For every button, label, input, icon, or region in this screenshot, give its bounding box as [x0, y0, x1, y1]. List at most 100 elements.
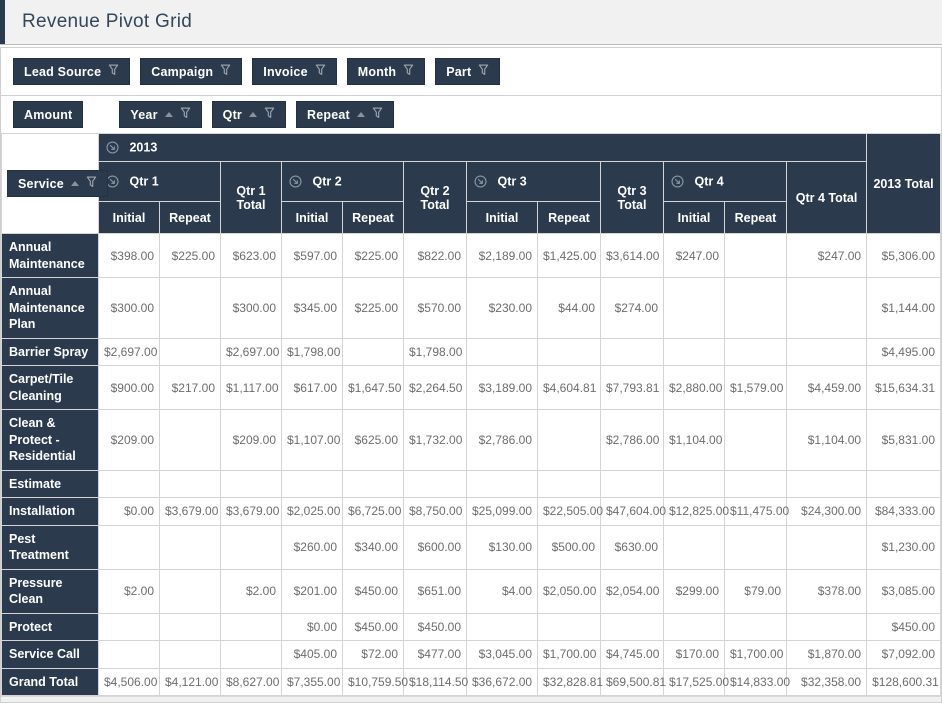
- data-cell: $47,604.00: [600, 497, 666, 526]
- filter-icon[interactable]: [180, 107, 191, 122]
- column-header-qtr3[interactable]: Qtr 3: [466, 161, 601, 202]
- row-field-service[interactable]: Service: [7, 170, 108, 197]
- filter-icon[interactable]: [372, 107, 383, 122]
- field-label: Campaign: [151, 64, 214, 79]
- column-header-label: 2013: [129, 140, 158, 155]
- data-cell: [724, 337, 787, 366]
- data-cell: [537, 469, 601, 498]
- data-cell: $79.00: [724, 568, 787, 614]
- data-cell: $18,114.50: [403, 667, 468, 696]
- row-total-cell: $1,144.00: [866, 277, 941, 339]
- column-field-year[interactable]: Year: [119, 101, 202, 128]
- data-cell: [159, 277, 221, 339]
- field-label: Service: [18, 176, 64, 191]
- filter-field-part[interactable]: Part: [435, 58, 501, 85]
- filter-field-month[interactable]: Month: [346, 58, 426, 85]
- data-cell: $3,679.00: [220, 497, 282, 526]
- data-cell: $2,264.50: [403, 365, 467, 410]
- column-header-repeat: Repeat: [342, 201, 404, 234]
- row-header: Installation: [1, 497, 99, 526]
- column-header-qtr2[interactable]: Qtr 2: [281, 161, 404, 202]
- data-cell: $1,700.00: [537, 640, 601, 669]
- filter-field-campaign[interactable]: Campaign: [140, 58, 243, 85]
- data-cell: [785, 469, 868, 498]
- data-cell: [724, 233, 787, 278]
- data-cell: $225.00: [342, 233, 404, 278]
- data-cell: $260.00: [281, 524, 343, 570]
- data-cell: [220, 469, 282, 498]
- data-cell: $225.00: [159, 233, 221, 278]
- field-label: Month: [357, 64, 397, 79]
- data-cell: [663, 612, 725, 641]
- data-cell: $1,647.50: [342, 365, 404, 410]
- pivot-table: 2013 2013 Total Qtr 1 Qtr 1 Total Qtr 2 …: [1, 133, 941, 696]
- column-field-qtr[interactable]: Qtr: [211, 101, 286, 128]
- data-cell: $2,050.00: [537, 568, 601, 614]
- row-header: Estimate: [1, 469, 99, 498]
- data-cell: $0.00: [98, 497, 160, 526]
- row-header: Service Call: [1, 640, 99, 669]
- sort-ascending-icon: [164, 112, 173, 117]
- filter-field-lead-source[interactable]: Lead Source: [13, 58, 131, 85]
- collapse-icon[interactable]: [474, 175, 487, 188]
- data-cell: $1,732.00: [403, 409, 467, 471]
- data-cell: $300.00: [98, 277, 160, 339]
- data-cell: [159, 524, 221, 570]
- collapse-icon[interactable]: [289, 175, 302, 188]
- column-field-repeat[interactable]: Repeat: [296, 101, 394, 128]
- data-cell: [98, 640, 160, 669]
- table-row: Clean & Protect - Residential $209.00 $209…: [1, 409, 941, 471]
- filter-icon[interactable]: [478, 64, 489, 79]
- data-cell: $822.00: [403, 233, 467, 278]
- data-cell: $450.00: [403, 612, 467, 641]
- data-cell: $217.00: [159, 365, 221, 410]
- data-cell: $274.00: [600, 277, 664, 339]
- row-header: Clean & Protect - Residential: [1, 409, 99, 471]
- data-cell: [785, 337, 868, 366]
- data-field-amount[interactable]: Amount: [13, 101, 84, 128]
- data-cell: $8,750.00: [403, 497, 467, 526]
- filter-icon[interactable]: [403, 64, 414, 79]
- row-header: Annual Maintenance: [1, 233, 99, 278]
- filter-icon[interactable]: [108, 64, 119, 79]
- data-cell: $2,189.00: [466, 233, 538, 278]
- sort-ascending-icon: [249, 112, 257, 117]
- title-accent-bar: [0, 0, 5, 44]
- data-cell: $201.00: [281, 568, 343, 614]
- field-label: Amount: [24, 107, 73, 122]
- collapse-icon[interactable]: [106, 141, 119, 154]
- data-cell: $7,355.00: [281, 667, 343, 696]
- filter-icon[interactable]: [86, 176, 97, 191]
- data-cell: [663, 469, 725, 498]
- data-cell: $72.00: [342, 640, 404, 669]
- data-cell: $600.00: [403, 524, 467, 570]
- data-cell: $2.00: [220, 568, 282, 614]
- column-header-repeat: Repeat: [159, 201, 221, 234]
- data-cell: $3,679.00: [159, 497, 221, 526]
- data-cell: $2,054.00: [600, 568, 664, 614]
- data-cell: $1,104.00: [663, 409, 725, 471]
- data-cell: $17,525.00: [663, 667, 729, 696]
- data-cell: $630.00: [600, 524, 664, 570]
- filter-icon[interactable]: [220, 64, 231, 79]
- pivot-grid: Lead Source Campaign Invoice Month Part …: [0, 47, 942, 703]
- data-cell: [342, 337, 404, 366]
- data-cell: $405.00: [281, 640, 343, 669]
- data-cell: [466, 612, 538, 641]
- column-header-qtr4[interactable]: Qtr 4: [663, 161, 787, 202]
- data-cell: $14,833.00: [724, 667, 790, 696]
- filter-field-invoice[interactable]: Invoice: [252, 58, 337, 85]
- collapse-icon[interactable]: [671, 175, 684, 188]
- column-header-qtr1[interactable]: Qtr 1: [98, 161, 221, 202]
- data-cell: $340.00: [342, 524, 404, 570]
- data-cell: $617.00: [281, 365, 343, 410]
- data-cell: [220, 640, 282, 669]
- filter-icon[interactable]: [264, 107, 275, 122]
- grand-total-row: Grand Total $4,506.00 $4,121.00 $8,627.00 $7…: [1, 667, 941, 696]
- data-cell: [600, 612, 664, 641]
- data-cell: [220, 524, 282, 570]
- column-header-2013[interactable]: 2013: [97, 133, 868, 162]
- collapse-icon[interactable]: [106, 175, 119, 188]
- data-cell: [785, 524, 868, 570]
- filter-icon[interactable]: [315, 64, 326, 79]
